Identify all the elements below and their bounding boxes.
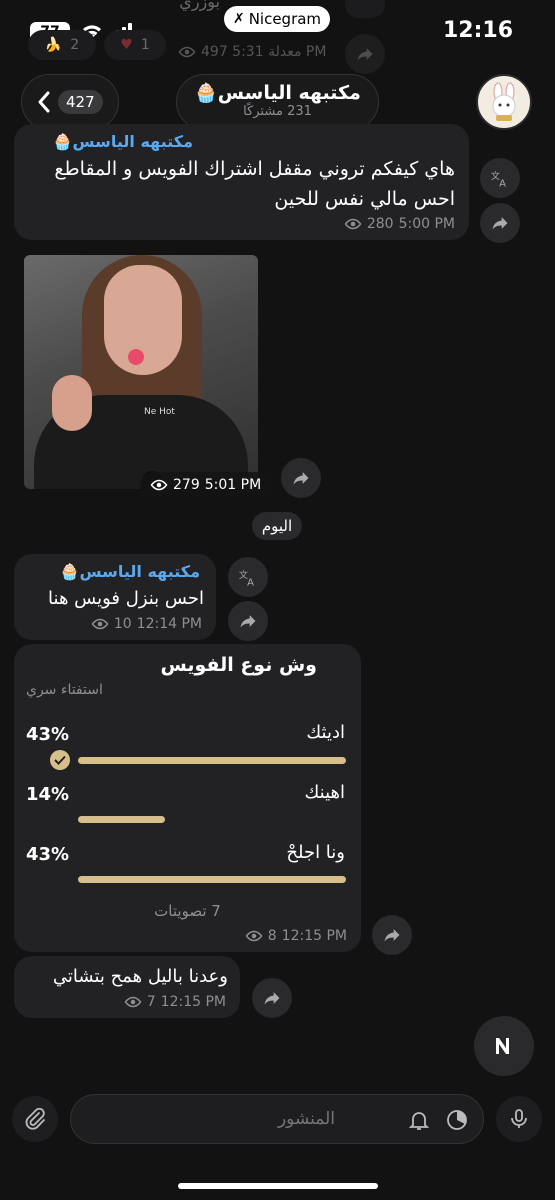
voice-record-button[interactable] [496,1096,542,1142]
prev-reaction-2[interactable]: ♥ 1 [104,30,166,60]
poll-option-check-icon [50,750,70,770]
share-button[interactable] [372,915,412,955]
app-pill-label: Nicegram [248,10,322,28]
message-text: احس بنزل فويس هنا [48,588,204,609]
paperclip-icon [25,1107,45,1130]
photo-meta: 279 5:01 PM [140,472,272,498]
translate-icon: 文A [491,170,506,188]
photo-overlay-text: Ne Hot [144,407,175,417]
poll-option-label: اهينك [304,782,345,803]
share-button[interactable] [281,458,321,498]
reaction-count: 1 [140,37,150,53]
message-text: وعدنا باليل همح بتشاتي [52,966,228,987]
banana-icon: 🍌 [44,37,63,53]
view-count: 7 [146,994,156,1010]
translate-button[interactable]: 文A [480,158,520,198]
view-count: 279 [173,477,200,493]
date-separator: اليوم [252,512,302,540]
poll-option-percent: 43% [26,844,70,865]
photo-lollipop [128,349,144,365]
microphone-icon [511,1109,527,1128]
message-time: 5:01 PM [204,477,262,493]
view-count: 280 [366,216,394,232]
message-time: 12:14 PM [136,616,202,632]
prev-share-button[interactable] [345,34,385,74]
poll-option-bar [78,757,346,764]
message-time: 12:15 PM [281,928,347,944]
prev-message-meta: 497 معدلة 5:31 PM [178,44,326,60]
unread-count-badge: 427 [58,90,103,114]
message-meta: 10 12:14 PM [91,616,202,632]
view-count: 10 [113,616,132,632]
timer-icon[interactable] [445,1108,469,1132]
bunny-avatar-icon [492,82,516,121]
eye-icon [150,479,168,491]
subscriber-count: 231 مشتركًا [243,104,312,119]
message-text: هاي كيفكم تروني مقفل اشتراك الفويس و الم… [54,158,455,180]
poll-option-bar [78,816,165,823]
share-icon [264,992,280,1005]
attach-button[interactable] [12,1096,58,1142]
message-sender: مكتبهه الياسس🧁 [52,132,193,151]
chevron-left-icon [38,91,50,113]
share-icon [293,472,309,485]
svg-text:A: A [247,577,254,587]
nicegram-assistant-button[interactable] [474,1016,534,1076]
status-time: 12:16 [443,18,514,43]
message-meta: 7 12:15 PM [124,994,226,1010]
share-button[interactable] [252,978,292,1018]
home-indicator [178,1183,378,1189]
reaction-count: 2 [70,37,80,53]
poll-option-label: ونا اجلحْ [286,842,345,863]
message-sender: مكتبهه الياسس🧁 [59,562,200,581]
poll-option-label: اديثك [306,722,345,743]
poll-meta: 8 12:15 PM [245,928,347,944]
nicegram-logo-icon: ✗ [232,11,245,27]
photo-hand [52,375,92,431]
prev-reaction-1[interactable]: 🍌 2 [28,30,96,60]
message-time: 12:15 PM [160,994,226,1010]
eye-icon [245,930,263,942]
poll-type-label: استفتاء سري [26,682,103,698]
poll-option-percent: 43% [26,724,70,745]
poll-total-votes[interactable]: 7 تصويتات [14,902,361,920]
channel-name: مكتبهه الياسس🧁 [194,82,361,104]
poll-bubble: وش نوع الفويس استفتاء سري 43% اديثك 14% … [14,644,361,952]
message-bubble[interactable]: مكتبهه الياسس🧁 احس بنزل فويس هنا 10 12:1… [14,554,216,640]
poll-question: وش نوع الفويس [160,654,317,676]
translate-icon: 文A [239,569,254,587]
nicegram-logo-icon [496,1038,509,1054]
share-icon [492,217,508,230]
share-button[interactable] [480,203,520,243]
message-composer[interactable] [70,1094,484,1144]
post-input[interactable] [85,1095,335,1143]
message-bubble[interactable]: وعدنا باليل همح بتشاتي 7 12:15 PM [14,956,240,1018]
photo-message[interactable]: Ne Hot [24,255,258,489]
svg-text:A: A [499,178,506,188]
channel-title-pill[interactable]: مكتبهه الياسس🧁 231 مشتركًا [176,74,379,130]
eye-icon [344,218,362,230]
prev-translate-icon[interactable] [345,0,385,18]
share-button[interactable] [228,601,268,641]
poll-option-percent: 14% [26,784,70,805]
bell-icon[interactable] [407,1108,431,1132]
message-text: احس مالي نفس للحين [274,188,455,210]
eye-icon [91,618,109,630]
translate-button[interactable]: 文A [228,557,268,597]
message-bubble[interactable]: مكتبهه الياسس🧁 هاي كيفكم تروني مقفل اشتر… [14,124,469,240]
back-button[interactable]: 427 [21,74,119,130]
share-icon [240,615,256,628]
eye-icon [124,996,142,1008]
heart-icon: ♥ [120,37,133,53]
prev-message-title: بوزري [179,0,220,11]
view-count: 8 [267,928,277,944]
message-meta: 280 5:00 PM [344,216,455,232]
share-icon [357,48,373,61]
share-icon [384,929,400,942]
app-pill: ✗ Nicegram [224,6,330,32]
poll-option-bar [78,876,346,883]
message-time: 5:00 PM [398,216,455,232]
eye-icon [178,46,196,58]
channel-avatar[interactable] [476,74,532,130]
